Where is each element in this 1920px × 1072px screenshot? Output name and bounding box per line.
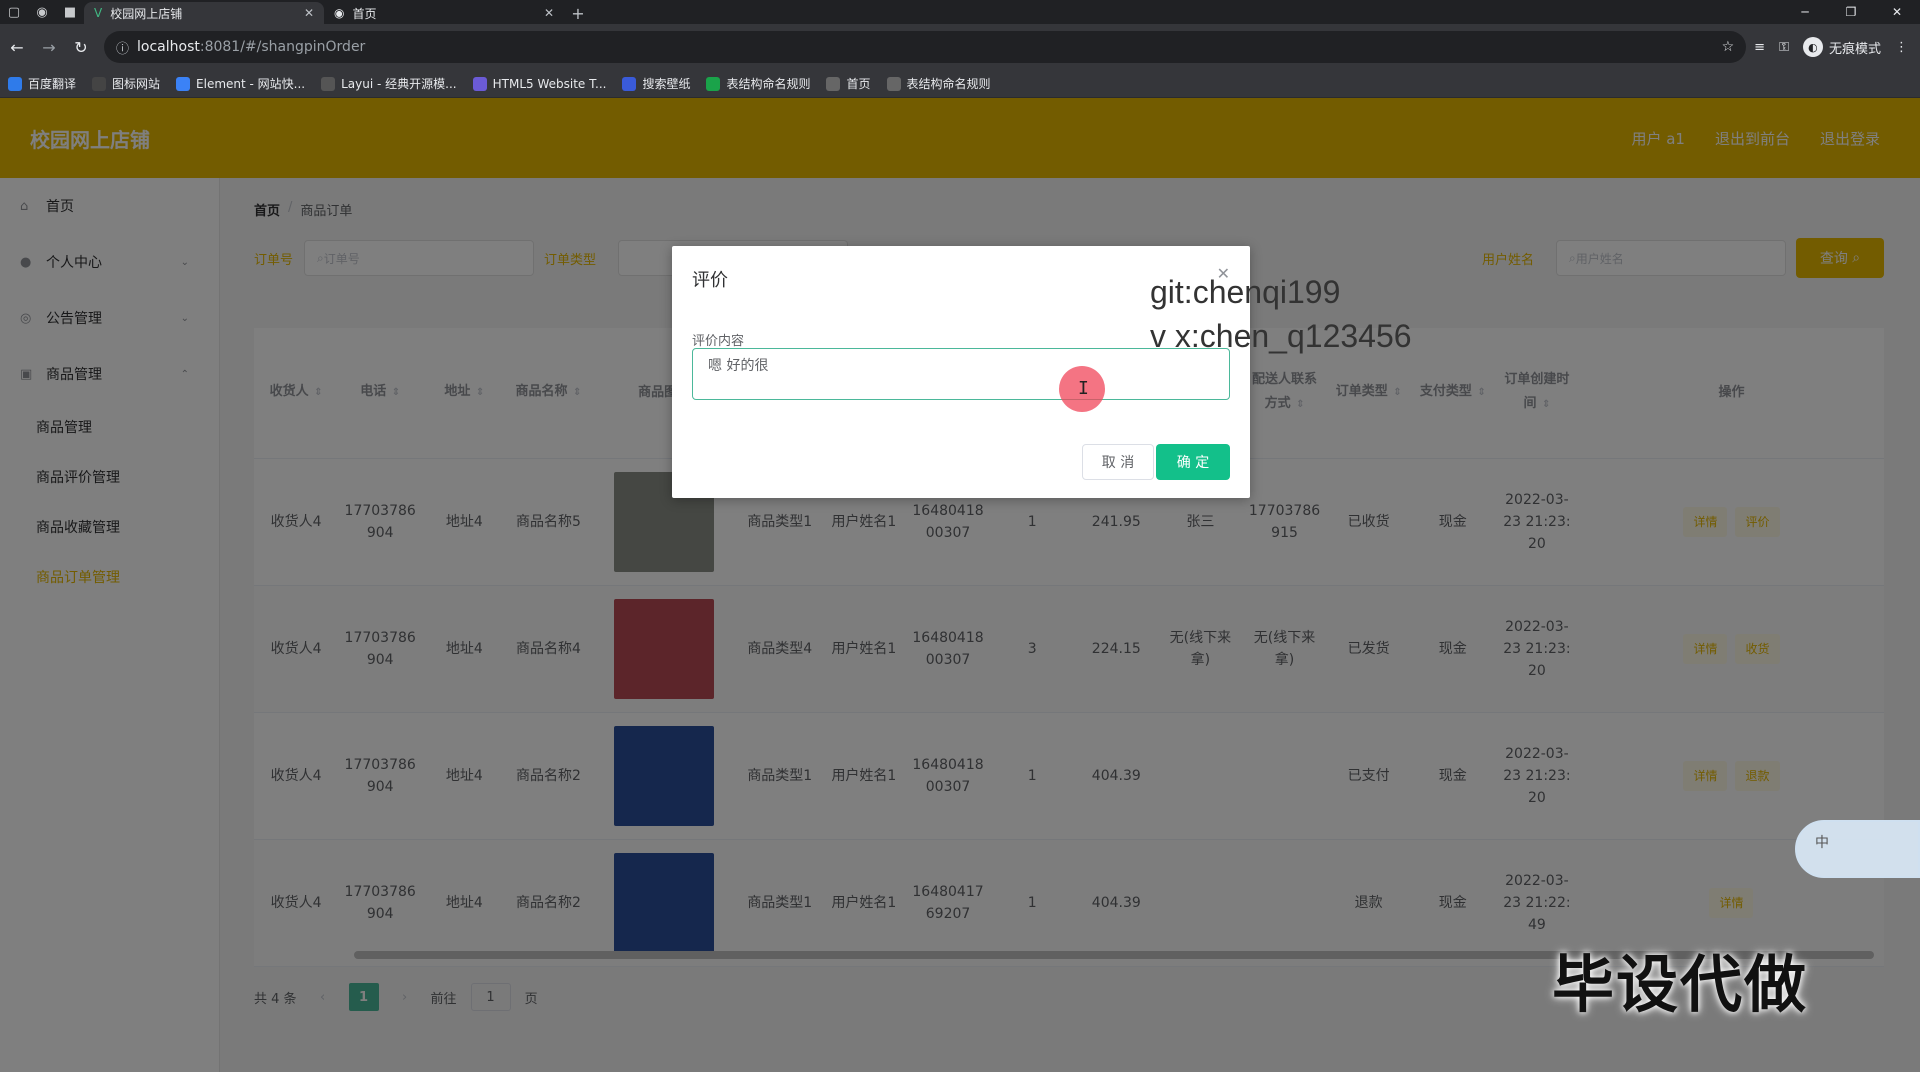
bookmark-label: Element - 网站快... (196, 77, 306, 91)
watermark-git: git:chenqi199 (1150, 274, 1341, 310)
bookmark-item[interactable]: 百度翻译 (8, 75, 76, 92)
bookmark-label: Layui - 经典开源模... (341, 77, 457, 91)
tab-search-icon[interactable]: ▢ (0, 0, 28, 24)
bookmark-icon (8, 76, 22, 91)
new-tab-button[interactable]: + (564, 2, 592, 24)
dialog-title: 评价 (692, 270, 728, 291)
bookmark-icon (472, 76, 487, 91)
url-path: :8081/#/shangpinOrder (199, 39, 366, 55)
minimize-icon[interactable]: ─ (1782, 0, 1828, 24)
bookmark-label: 首页 (846, 77, 871, 91)
close-icon[interactable]: ✕ (304, 6, 314, 20)
window-controls: ─ ❐ ✕ (1782, 0, 1920, 24)
browser-tabbar: ▢ ◉ ■ V 校园网上店铺 ✕ ◉ 首页 ✕ + ─ ❐ ✕ (0, 0, 1920, 24)
bookmark-icon (92, 76, 107, 91)
bookmark-item[interactable]: 图标网站 (92, 75, 160, 92)
url-host: localhost (137, 39, 200, 55)
reading-list-icon[interactable]: ≡ (1754, 40, 1765, 55)
bookmark-icon (176, 76, 191, 91)
toolbar-right: ≡ ⚿ ◐ 无痕模式 ⋮ (1754, 37, 1920, 57)
ime-label: 中 (1815, 835, 1829, 851)
bookmark-item[interactable]: 首页 (826, 75, 871, 92)
tab-home[interactable]: ◉ 首页 ✕ (324, 2, 564, 24)
review-content-textarea[interactable]: 嗯 好的很 (692, 348, 1230, 400)
cancel-button[interactable]: 取 消 (1082, 444, 1154, 480)
address-bar: ← → ↻ ⓘ localhost:8081/#/shangpinOrder ☆… (0, 24, 1920, 70)
watermark-big: 毕设代做 (1552, 948, 1809, 1021)
close-window-icon[interactable]: ✕ (1874, 0, 1920, 24)
tab-title: 校园网上店铺 (110, 6, 183, 21)
back-icon[interactable]: ← (2, 32, 32, 62)
bookmark-item[interactable]: Element - 网站快... (176, 75, 305, 92)
window-icon[interactable]: ■ (56, 0, 84, 24)
bookmark-icon (321, 76, 336, 91)
bookmark-item[interactable]: 表结构命名规则 (886, 75, 991, 92)
bookmark-label: 表结构命名规则 (726, 77, 811, 91)
bookmark-label: 图标网站 (112, 77, 161, 91)
bookmark-item[interactable]: 搜索壁纸 (622, 75, 690, 92)
url-input[interactable]: ⓘ localhost:8081/#/shangpinOrder ☆ (104, 31, 1747, 63)
confirm-button[interactable]: 确 定 (1156, 444, 1230, 480)
bookmark-label: 搜索壁纸 (642, 77, 691, 91)
incognito-icon: ◐ (1802, 37, 1823, 57)
restore-icon[interactable]: ❐ (1828, 0, 1874, 24)
tab-shop[interactable]: V 校园网上店铺 ✕ (84, 2, 324, 24)
review-content-label: 评价内容 (692, 334, 745, 349)
ime-widget[interactable]: 中 (1795, 820, 1920, 878)
info-icon[interactable]: ⓘ (116, 38, 129, 57)
forward-icon[interactable]: → (34, 32, 64, 62)
globe-icon[interactable]: ◉ (28, 0, 56, 24)
incognito-label: 无痕模式 (1828, 41, 1881, 57)
bookmark-item[interactable]: Layui - 经典开源模... (321, 75, 457, 92)
bookmark-label: HTML5 Website T... (492, 76, 607, 91)
more-icon[interactable]: ⋮ (1895, 40, 1908, 55)
reload-icon[interactable]: ↻ (66, 32, 96, 62)
bookmarks-bar: 百度翻译 图标网站 Element - 网站快... Layui - 经典开源模...… (0, 70, 1920, 98)
bookmark-icon (706, 76, 721, 91)
globe-icon: ◉ (334, 6, 345, 20)
bookmark-item[interactable]: 表结构命名规则 (706, 75, 810, 92)
bookmark-item[interactable]: HTML5 Website T... (472, 76, 607, 91)
incognito-button[interactable]: ◐ 无痕模式 (1802, 37, 1881, 57)
close-icon[interactable]: ✕ (544, 6, 554, 20)
bookmark-label: 表结构命名规则 (906, 77, 991, 91)
bookmark-icon (622, 76, 637, 91)
star-icon[interactable]: ☆ (1722, 39, 1735, 55)
bookmark-label: 百度翻译 (28, 77, 77, 91)
bookmark-icon (886, 76, 901, 91)
watermark-vx: v x:chen_q123456 (1150, 318, 1412, 354)
bookmark-icon (826, 76, 841, 91)
text-cursor-icon: I (1078, 378, 1089, 399)
vue-icon: V (94, 6, 103, 20)
key-icon[interactable]: ⚿ (1779, 40, 1789, 55)
tab-title: 首页 (352, 6, 377, 21)
modal-overlay[interactable] (0, 98, 1920, 1072)
